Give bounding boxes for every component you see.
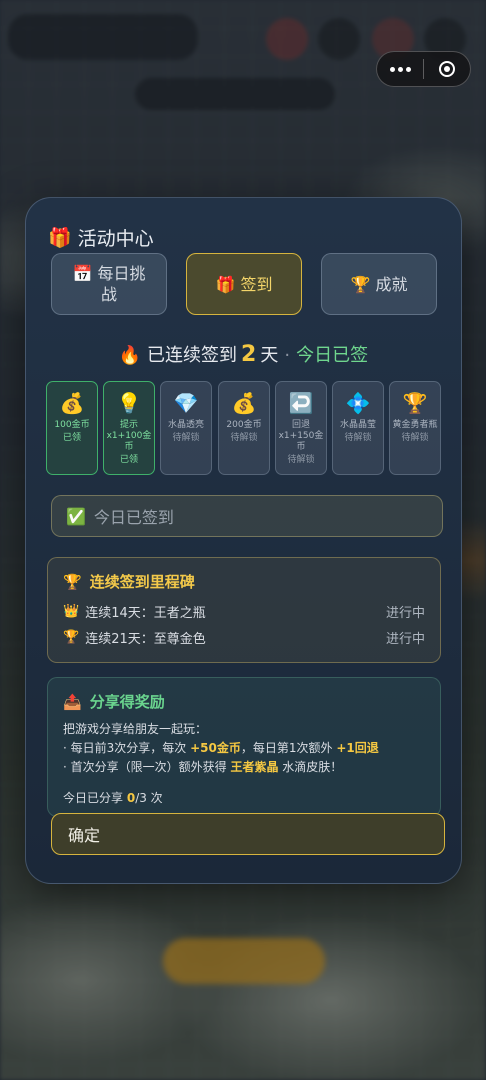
undo-icon: ↩️ <box>288 391 314 415</box>
trophy-icon: 🏆 <box>350 274 371 294</box>
day-reward: 水晶透亮 <box>167 420 204 430</box>
day-reward: 200金币 <box>226 420 262 430</box>
diamond-icon: 💎 <box>173 391 199 415</box>
day-status: 待解锁 <box>344 433 372 443</box>
tab-daily-challenge[interactable]: 📅 每日挑战 <box>51 253 167 315</box>
streak-days: 2 <box>241 342 257 367</box>
share-reward-card: 📤 分享得奖励 把游戏分享给朋友一起玩： · 每日前3次分享，每次 +50金币，… <box>47 677 441 817</box>
separator: · <box>284 345 291 366</box>
streak-suffix: 天 <box>260 345 279 366</box>
milestone-title: 🏆 连续签到里程碑 <box>63 571 195 592</box>
day-status: 待解锁 <box>401 433 429 443</box>
gift-icon: 🎁 <box>48 227 72 249</box>
checkin-day-7: 🏆 黄金勇者瓶 待解锁 <box>389 381 441 475</box>
day-reward: 黄金勇者瓶 <box>392 420 438 430</box>
tab-achievements[interactable]: 🏆 成就 <box>321 253 437 315</box>
milestone-state: 进行中 <box>385 632 425 647</box>
lightbulb-icon: 💡 <box>116 391 142 415</box>
day-status: 待解锁 <box>287 455 315 465</box>
tab-label: 成就 <box>375 274 408 294</box>
milestone-title-text: 连续签到里程碑 <box>89 573 195 591</box>
milestone-item: 🏆 连续21天：至尊金色 进行中 <box>63 628 425 647</box>
milestone-label: 连续14天：王者之瓶 <box>85 606 206 621</box>
miniprogram-capsule <box>376 51 471 87</box>
checkin-day-3: 💎 水晶透亮 待解锁 <box>160 381 212 475</box>
coin-bag-icon: 💰 <box>231 391 257 415</box>
day-status: 已领 <box>119 455 138 465</box>
day-reward: 提示x1+100金币 <box>106 420 152 452</box>
gift-icon: 🎁 <box>215 274 236 294</box>
more-menu-icon[interactable] <box>377 66 423 72</box>
milestone-state: 进行中 <box>385 606 425 621</box>
tab-label: 每日挑战 <box>97 264 146 304</box>
share-intro: 把游戏分享给朋友一起玩： <box>63 722 208 736</box>
crown-icon: 👑 <box>63 604 80 619</box>
fire-icon: 🔥 <box>118 345 142 366</box>
coin-bag-icon: 💰 <box>59 391 85 415</box>
tab-bar: 📅 每日挑战 🎁 签到 🏆 成就 <box>51 253 439 315</box>
share-progress: 今日已分享 0/3 次 <box>63 791 163 805</box>
checkin-day-1: 💰 100金币 已领 <box>46 381 98 475</box>
today-signed: 今日已签 <box>296 345 369 366</box>
checkin-day-2: 💡 提示x1+100金币 已领 <box>103 381 155 475</box>
share-outbox-icon: 📤 <box>63 692 82 711</box>
milestone-card: 🏆 连续签到里程碑 👑 连续14天：王者之瓶 进行中 🏆 连续21天：至尊金色 进行… <box>47 557 441 663</box>
checkin-day-5: ↩️ 回退x1+150金币 待解锁 <box>275 381 327 475</box>
checkin-day-6: 💠 水晶晶莹 待解锁 <box>332 381 384 475</box>
streak-status: 🔥 已连续签到 2 天 · 今日已签 <box>26 341 461 367</box>
day-status: 待解锁 <box>172 433 200 443</box>
share-title: 📤 分享得奖励 <box>63 691 165 712</box>
checkin-day-4: 💰 200金币 待解锁 <box>218 381 270 475</box>
streak-prefix: 已连续签到 <box>147 345 238 366</box>
modal-title-text: 活动中心 <box>77 228 154 250</box>
crystal-icon: 💠 <box>345 391 371 415</box>
calendar-icon: 📅 <box>72 264 93 283</box>
modal-title: 🎁 活动中心 <box>48 224 154 251</box>
trophy-icon: 🏆 <box>63 630 80 645</box>
day-status: 已领 <box>62 433 81 443</box>
close-miniprogram-icon[interactable] <box>424 61 470 77</box>
share-title-text: 分享得奖励 <box>89 693 165 711</box>
day-status: 待解锁 <box>230 433 258 443</box>
day-reward: 水晶晶莹 <box>339 420 376 430</box>
tab-label: 签到 <box>240 274 273 294</box>
signed-today-label: 今日已签到 <box>93 508 174 527</box>
check-icon: ✅ <box>66 506 86 526</box>
tab-checkin[interactable]: 🎁 签到 <box>186 253 302 315</box>
day-reward: 100金币 <box>54 420 90 430</box>
day-reward: 回退x1+150金币 <box>278 420 324 452</box>
trophy-icon: 🏆 <box>402 391 428 415</box>
share-rule-2: · 首次分享（限一次）额外获得 王者紫晶 水滴皮肤！ <box>63 760 343 774</box>
checkin-days: 💰 100金币 已领 💡 提示x1+100金币 已领 💎 水晶透亮 待解锁 💰 … <box>46 381 442 475</box>
milestone-item: 👑 连续14天：王者之瓶 进行中 <box>63 602 425 621</box>
signed-today-button[interactable]: ✅ 今日已签到 <box>51 495 443 537</box>
share-rule-1: · 每日前3次分享，每次 +50金币，每日第1次额外 +1回退 <box>63 741 379 755</box>
trophy-icon: 🏆 <box>63 572 82 591</box>
milestone-label: 连续21天：至尊金色 <box>85 632 206 647</box>
confirm-button[interactable]: 确定 <box>51 813 445 855</box>
activity-center-modal: 🎁 活动中心 📅 每日挑战 🎁 签到 🏆 成就 🔥 已连续签到 2 天 · 今日已签 💰… <box>25 197 462 884</box>
